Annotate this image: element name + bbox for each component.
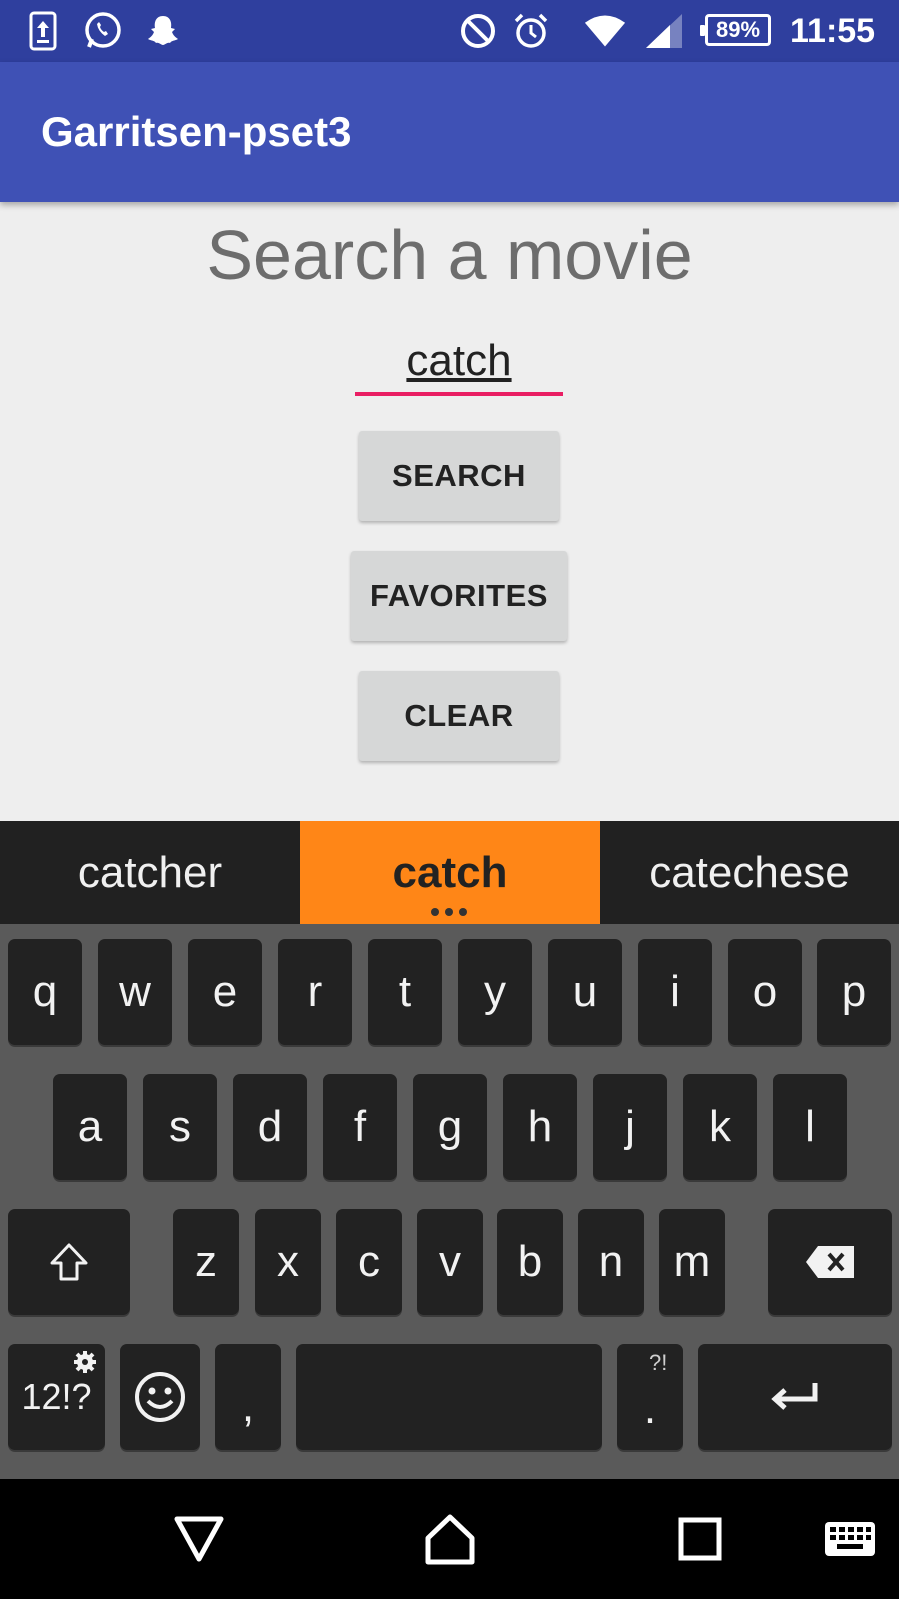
recents-square-icon (678, 1517, 722, 1561)
shift-key[interactable] (8, 1209, 130, 1315)
search-input-value: catch (406, 336, 512, 385)
home-icon (425, 1514, 475, 1565)
status-bar: 89% 11:55 (0, 0, 899, 62)
symbols-key[interactable]: 12!? (8, 1344, 105, 1450)
key-p[interactable]: p (817, 939, 891, 1045)
key-i[interactable]: i (638, 939, 712, 1045)
key-t[interactable]: t (368, 939, 442, 1045)
back-triangle-icon (174, 1516, 224, 1562)
backspace-icon (806, 1246, 854, 1278)
favorites-button[interactable]: FAVORITES (351, 551, 567, 641)
more-suggestions-icon (431, 908, 467, 918)
emoji-key[interactable] (120, 1344, 200, 1450)
key-b[interactable]: b (497, 1209, 563, 1315)
spacebar-key[interactable] (296, 1344, 602, 1450)
key-s[interactable]: s (143, 1074, 217, 1180)
key-x[interactable]: x (255, 1209, 321, 1315)
suggestion-3[interactable]: catechese (600, 821, 899, 924)
status-clock: 11:55 (790, 12, 876, 50)
key-o[interactable]: o (728, 939, 802, 1045)
key-k[interactable]: k (683, 1074, 757, 1180)
shift-icon (50, 1243, 88, 1281)
navigation-bar (0, 1479, 899, 1599)
search-button[interactable]: SEARCH (359, 431, 559, 521)
signal-icon (643, 10, 685, 52)
wifi-icon (584, 10, 626, 52)
enter-icon (771, 1383, 818, 1410)
symbols-key-label: 12!? (21, 1376, 92, 1417)
suggestion-1[interactable]: catcher (0, 821, 300, 924)
keyboard-switch-button[interactable] (790, 1479, 899, 1599)
battery-indicator: 89% (700, 14, 771, 46)
key-a[interactable]: a (53, 1074, 127, 1180)
key-q[interactable]: q (8, 939, 82, 1045)
page-heading: Search a movie (206, 216, 693, 294)
key-g[interactable]: g (413, 1074, 487, 1180)
comma-key-label: , (241, 1382, 255, 1431)
snapchat-icon (142, 10, 184, 52)
key-n[interactable]: n (578, 1209, 644, 1315)
key-e[interactable]: e (188, 939, 262, 1045)
search-input-underline (355, 392, 563, 396)
alarm-icon (510, 10, 552, 52)
key-j[interactable]: j (593, 1074, 667, 1180)
key-u[interactable]: u (548, 939, 622, 1045)
key-y[interactable]: y (458, 939, 532, 1045)
back-button[interactable] (139, 1479, 259, 1599)
emoji-icon (135, 1372, 185, 1422)
key-l[interactable]: l (773, 1074, 847, 1180)
keyboard: q w e r t y u i o p a s d f g h j k l z … (0, 924, 899, 1479)
settings-gear-icon (74, 1351, 96, 1373)
key-v[interactable]: v (417, 1209, 483, 1315)
upload-icon (22, 10, 64, 52)
recents-button[interactable] (640, 1479, 760, 1599)
keyboard-icon (825, 1522, 875, 1556)
enter-key[interactable] (698, 1344, 892, 1450)
app-bar: Garritsen-pset3 (0, 62, 899, 202)
key-d[interactable]: d (233, 1074, 307, 1180)
key-f[interactable]: f (323, 1074, 397, 1180)
search-input[interactable]: catch (355, 330, 563, 400)
key-w[interactable]: w (98, 939, 172, 1045)
do-not-disturb-icon (457, 10, 499, 52)
key-m[interactable]: m (659, 1209, 725, 1315)
home-button[interactable] (390, 1479, 510, 1599)
clear-button[interactable]: CLEAR (359, 671, 559, 761)
key-c[interactable]: c (336, 1209, 402, 1315)
comma-key[interactable]: , (215, 1344, 281, 1450)
period-key[interactable]: ?! . (617, 1344, 683, 1450)
key-h[interactable]: h (503, 1074, 577, 1180)
period-key-label: . (643, 1384, 657, 1433)
key-z[interactable]: z (173, 1209, 239, 1315)
app-title: Garritsen-pset3 (41, 108, 352, 155)
backspace-key[interactable] (768, 1209, 892, 1315)
whatsapp-icon (82, 10, 124, 52)
period-key-sub-label: ?! (649, 1350, 668, 1375)
key-r[interactable]: r (278, 939, 352, 1045)
